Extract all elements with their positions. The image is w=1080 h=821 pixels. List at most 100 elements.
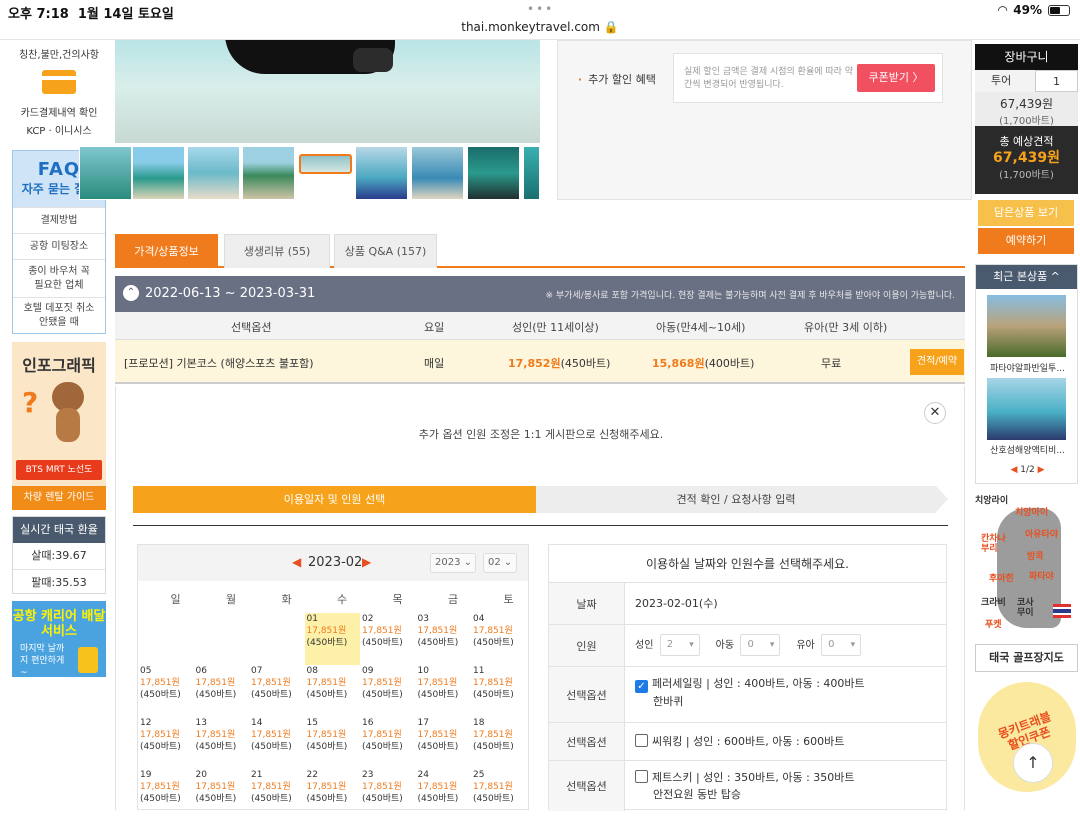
weekday-label: 월: [225, 593, 237, 606]
calendar-day-selected[interactable]: 01 17,851원 (450바트): [304, 613, 360, 665]
prev-month-icon[interactable]: ◀: [292, 555, 301, 569]
calendar-day[interactable]: 15 17,851원 (450바트): [305, 717, 360, 769]
golf-map-link[interactable]: 태국 골프장지도: [975, 644, 1078, 672]
adult-count-select[interactable]: 2: [659, 634, 700, 656]
thumbnail[interactable]: [187, 146, 240, 200]
recent-product-image[interactable]: [987, 295, 1066, 357]
chevron-up-icon[interactable]: ⌃: [123, 285, 139, 301]
calendar-day[interactable]: 08 17,851원 (450바트): [305, 665, 360, 717]
step-confirm: 견적 확인 / 요청사항 입력: [536, 486, 948, 513]
calendar-day[interactable]: 24 17,851원 (450바트): [416, 769, 471, 821]
calendar-day[interactable]: 06 17,851원 (450바트): [194, 665, 249, 717]
calendar-day[interactable]: 17 17,851원 (450바트): [416, 717, 471, 769]
weekday-label: 수: [336, 593, 348, 606]
product-main-photo: [115, 40, 540, 143]
parasailing-checkbox[interactable]: ✓: [635, 680, 648, 693]
thumbnail[interactable]: [355, 146, 408, 200]
calendar-day[interactable]: 23 17,851원 (450바트): [360, 769, 415, 821]
next-icon[interactable]: ▶: [1038, 465, 1045, 475]
date-range-bar[interactable]: ⌃ 2022-06-13 ~ 2023-03-31 ※ 부가세/봉사료 포함 가…: [115, 276, 965, 312]
address-bar[interactable]: thai.monkeytravel.com 🔒: [0, 20, 1080, 34]
card-history-link[interactable]: 카드결제내역 확인: [12, 104, 106, 119]
booking-panel: ✕ 추가 옵션 인원 조정은 1:1 게시판으로 신청해주세요. 이용일자 및 …: [115, 386, 965, 811]
faq-item-voucher[interactable]: 종이 바우처 꼭 필요한 업체: [13, 259, 105, 297]
airport-luggage-banner[interactable]: 공항 캐리어 배달 서비스 마지막 날까지 편안하게~: [12, 601, 106, 678]
thumbnail[interactable]: [467, 146, 520, 200]
cart-qty[interactable]: 1: [1035, 70, 1078, 92]
table-row: [프로모션] 기본코스 (해양스포츠 불포함) 매일 17,852원(450바트…: [115, 340, 965, 384]
bts-map-button[interactable]: BTS MRT 노선도: [16, 460, 102, 480]
calendar-day[interactable]: 02 17,851원 (450바트): [360, 613, 415, 665]
car-rental-guide[interactable]: 차량 렌탈 가이드: [12, 486, 106, 510]
tab-dots-icon[interactable]: •••: [527, 2, 554, 16]
recent-product-name[interactable]: 산호섬해양액티비...: [976, 443, 1079, 456]
calendar-day[interactable]: 11 17,851원 (450바트): [471, 665, 526, 717]
thumbnail-selected[interactable]: [299, 154, 352, 174]
cart-price: 67,439원 (1,700바트): [975, 92, 1078, 127]
calendar: ◀ 2023-02 ▶ 2023 ⌄ 02 ⌄ 일 월 화 수 목 금 토 01 17,851…: [137, 544, 529, 810]
estimate-reserve-button[interactable]: 견적/예약: [910, 349, 964, 375]
calendar-day[interactable]: 13 17,851원 (450바트): [194, 717, 249, 769]
price-table-header: 선택옵션 요일 성인(만 11세이상) 아동(만4세~10세) 유아(만 3세 …: [115, 312, 965, 340]
calendar-day[interactable]: 20 17,851원 (450바트): [194, 769, 249, 821]
view-cart-button[interactable]: 담은상품 보기: [978, 200, 1074, 226]
calendar-day[interactable]: 18 17,851원 (450바트): [471, 717, 526, 769]
recent-product-image[interactable]: [987, 378, 1066, 440]
thumbnail[interactable]: [132, 146, 185, 200]
calendar-day[interactable]: 12 17,851원 (450바트): [138, 717, 193, 769]
thumbnail[interactable]: [79, 146, 132, 200]
status-right: ◠ 49%: [998, 3, 1070, 17]
tab-reviews[interactable]: 생생리뷰 (55): [224, 234, 330, 268]
tab-price-info[interactable]: 가격/상품정보: [115, 234, 218, 268]
calendar-day[interactable]: 04 17,851원 (450바트): [471, 613, 526, 665]
option-name: [프로모션] 기본코스 (해양스포츠 불포함): [124, 357, 314, 370]
calendar-header: ◀ 2023-02 ▶ 2023 ⌄ 02 ⌄: [138, 545, 528, 581]
calendar-day[interactable]: 10 17,851원 (450바트): [416, 665, 471, 717]
child-count-select[interactable]: 0: [740, 634, 781, 656]
jetski-checkbox[interactable]: [635, 770, 648, 783]
recent-product-name[interactable]: 파타야알파반일투...: [976, 361, 1079, 374]
faq-item-airport[interactable]: 공항 미팅장소: [13, 233, 105, 259]
feedback-link[interactable]: 칭찬,불만,건의사항: [12, 46, 106, 61]
jetski-seat: [353, 48, 393, 72]
thumbnail[interactable]: [411, 146, 464, 200]
calendar-day[interactable]: 14 17,851원 (450바트): [249, 717, 304, 769]
get-coupon-button[interactable]: 쿠폰받기 〉: [857, 64, 935, 92]
monkey-icon: [48, 382, 88, 442]
scroll-top-icon[interactable]: ↑: [1013, 743, 1053, 783]
thailand-map[interactable]: 치앙라이 치앙마이 아유타야 칸차나부리 방콕 파타야 후아힌 크라비 코사무이…: [975, 494, 1078, 640]
infographic-banner[interactable]: 인포그래픽 ? BTS MRT 노선도 차량 렌탈 가이드: [12, 342, 106, 510]
calendar-day[interactable]: 22 17,851원 (450바트): [305, 769, 360, 821]
prev-icon[interactable]: ◀: [1010, 465, 1017, 475]
faq-item-payment[interactable]: 결제방법: [13, 207, 105, 233]
reserve-button[interactable]: 예약하기: [978, 228, 1074, 254]
calendar-day[interactable]: 25 17,851원 (450바트): [471, 769, 526, 821]
close-icon[interactable]: ✕: [924, 402, 946, 424]
divider: [133, 525, 948, 526]
next-month-icon[interactable]: ▶: [362, 555, 371, 569]
tab-qna[interactable]: 상품 Q&A (157): [334, 234, 437, 268]
form-row-option: 선택옵션 제트스키 | 성인 : 350바트, 아동 : 350바트 안전요원 …: [549, 761, 946, 811]
battery-percent: 49%: [1013, 3, 1042, 17]
faq-item-deposit[interactable]: 호텔 데포짓 취소 안됐을 때: [13, 297, 105, 333]
year-select[interactable]: 2023 ⌄: [430, 553, 476, 573]
battery-icon: [1048, 4, 1070, 16]
calendar-day[interactable]: 09 17,851원 (450바트): [360, 665, 415, 717]
calendar-day[interactable]: 07 17,851원 (450바트): [249, 665, 304, 717]
calendar-day[interactable]: 03 17,851원 (450바트): [416, 613, 471, 665]
calendar-day[interactable]: 05 17,851원 (450바트): [138, 665, 193, 717]
thumbnail[interactable]: [242, 146, 295, 200]
option-day: 매일: [424, 357, 445, 370]
infant-count-select[interactable]: 0: [821, 634, 862, 656]
lock-icon: 🔒: [603, 20, 619, 34]
seawalking-checkbox[interactable]: [635, 734, 648, 747]
form-row-option: 선택옵션 씨워킹 | 성인 : 600바트, 아동 : 600바트: [549, 723, 946, 761]
calendar-day[interactable]: 19 17,851원 (450바트): [138, 769, 193, 821]
month-select[interactable]: 02 ⌄: [483, 553, 517, 573]
thumbnail[interactable]: [523, 146, 540, 200]
exchange-rate-box: 실시간 태국 환율 살때:39.67 팔때:35.53: [12, 516, 106, 594]
price-note: ※ 부가세/봉사료 포함 가격입니다. 현장 결제는 불가능하며 사전 결제 후…: [545, 291, 955, 301]
discount-promo-box: · 추가 할인 혜택 실제 할인 금액은 결제 시점의 환율에 따라 약간씩 변경…: [557, 40, 972, 200]
calendar-day[interactable]: 16 17,851원 (450바트): [360, 717, 415, 769]
calendar-day[interactable]: 21 17,851원 (450바트): [249, 769, 304, 821]
